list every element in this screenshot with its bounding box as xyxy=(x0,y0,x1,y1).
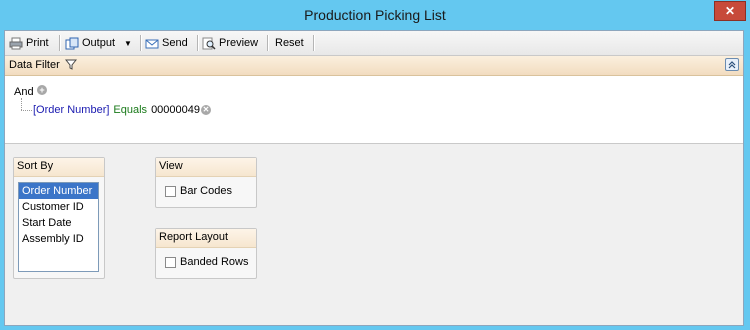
output-button[interactable]: Output ▼ xyxy=(65,34,132,52)
banded-rows-label: Banded Rows xyxy=(180,256,249,268)
sort-by-listbox[interactable]: Order Number Customer ID Start Date Asse… xyxy=(18,182,99,272)
print-button[interactable]: Print xyxy=(9,34,49,52)
banded-rows-option[interactable]: Banded Rows xyxy=(165,256,249,268)
remove-condition-icon[interactable]: ✕ xyxy=(201,105,211,115)
window-title: Production Picking List xyxy=(304,7,446,23)
bar-codes-checkbox[interactable] xyxy=(165,185,176,197)
view-title: View xyxy=(156,158,256,177)
preview-label: Preview xyxy=(219,37,259,49)
group-operator[interactable]: And xyxy=(14,86,34,98)
bar-codes-option[interactable]: Bar Codes xyxy=(165,185,232,197)
reset-label: Reset xyxy=(275,37,304,49)
filter-condition: [Order Number] Equals 00000049 xyxy=(33,104,200,116)
printer-icon xyxy=(9,37,23,50)
send-label: Send xyxy=(162,37,188,49)
list-item[interactable]: Start Date xyxy=(19,215,98,231)
tree-line xyxy=(21,110,32,111)
data-filter-bar: Data Filter xyxy=(5,56,743,76)
reset-button[interactable]: Reset xyxy=(275,34,304,52)
list-item[interactable]: Assembly ID xyxy=(19,231,98,247)
close-button[interactable]: ✕ xyxy=(714,1,746,21)
condition-field[interactable]: [Order Number] xyxy=(33,104,109,116)
toolbar-separator xyxy=(197,35,199,51)
title-bar[interactable]: Production Picking List ✕ xyxy=(0,0,750,30)
report-layout-group: Report Layout Banded Rows xyxy=(155,228,257,279)
tree-line xyxy=(21,98,22,110)
toolbar-separator xyxy=(140,35,142,51)
banded-rows-checkbox[interactable] xyxy=(165,256,176,268)
magnifier-icon xyxy=(202,37,216,50)
condition-value[interactable]: 00000049 xyxy=(151,104,200,116)
report-layout-title: Report Layout xyxy=(156,229,256,248)
data-filter-title: Data Filter xyxy=(9,59,77,73)
print-label: Print xyxy=(26,37,49,49)
toolbar-separator xyxy=(267,35,269,51)
chevron-down-icon[interactable]: ▼ xyxy=(124,39,132,48)
list-item[interactable]: Order Number xyxy=(19,183,98,199)
add-condition-icon[interactable]: + xyxy=(37,85,47,95)
sort-by-group: Sort By Order Number Customer ID Start D… xyxy=(13,157,105,279)
toolbar-separator xyxy=(313,35,315,51)
sort-by-title: Sort By xyxy=(14,158,104,177)
condition-operator[interactable]: Equals xyxy=(113,104,147,116)
output-label: Output xyxy=(82,37,116,49)
send-button[interactable]: Send xyxy=(145,34,188,52)
toolbar: Print Output ▼ Send Preview Reset xyxy=(5,31,743,56)
filter-editor[interactable]: And + [Order Number] Equals 00000049 ✕ xyxy=(5,76,743,144)
output-icon xyxy=(65,37,79,50)
bar-codes-label: Bar Codes xyxy=(180,185,232,197)
funnel-icon xyxy=(64,59,77,73)
envelope-icon xyxy=(145,37,159,50)
collapse-filter-button[interactable] xyxy=(725,58,739,71)
app-window: Production Picking List ✕ Print Output ▼ xyxy=(0,0,750,330)
preview-button[interactable]: Preview xyxy=(202,34,258,52)
client-area: Print Output ▼ Send Preview Reset Data F… xyxy=(4,30,744,326)
data-filter-label: Data Filter xyxy=(9,59,60,71)
list-item[interactable]: Customer ID xyxy=(19,199,98,215)
view-group: View Bar Codes xyxy=(155,157,257,208)
toolbar-separator xyxy=(59,35,61,51)
